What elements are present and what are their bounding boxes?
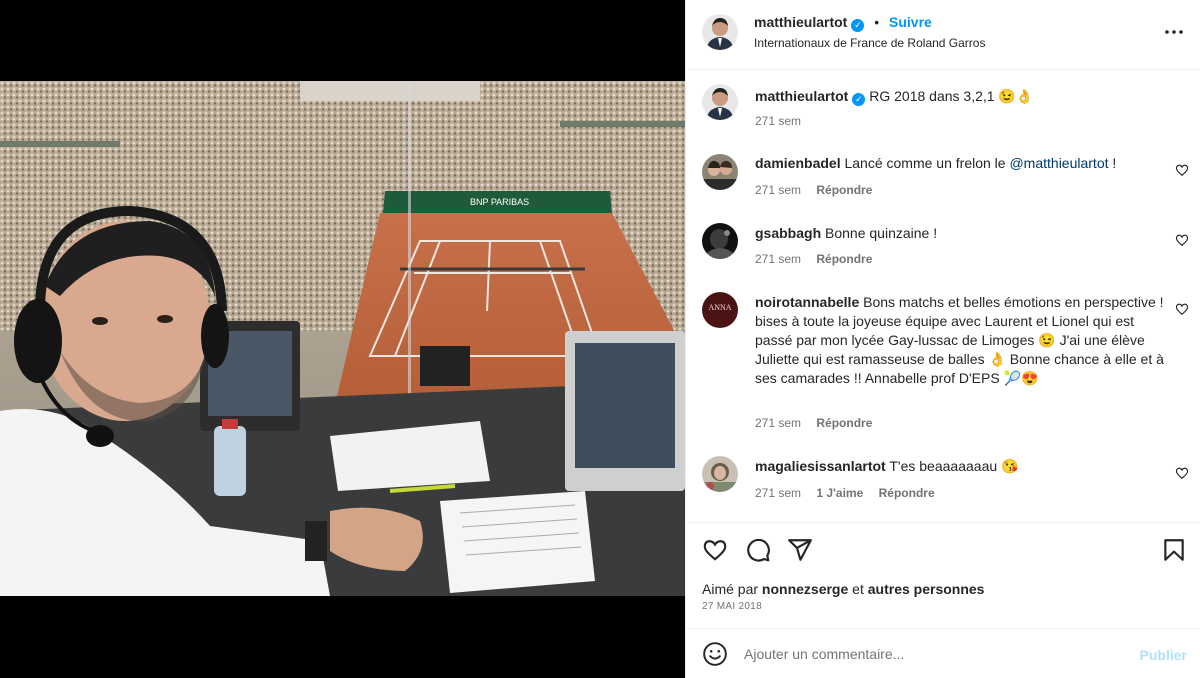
comment-avatar[interactable] <box>702 154 738 190</box>
likes-others[interactable]: autres personnes <box>868 581 985 597</box>
post-date[interactable]: 27 MAI 2018 <box>702 601 762 612</box>
comments-list: matthieulartot ✓ RG 2018 dans 3,2,1 😉👌 27… <box>686 70 1200 522</box>
caption-text: RG 2018 dans 3,2,1 😉👌 <box>869 88 1034 104</box>
comment-composer: Publier <box>686 628 1200 678</box>
post-location[interactable]: Internationaux de France de Roland Garro… <box>754 36 985 50</box>
comment-meta: 271 sem Répondre <box>755 183 884 197</box>
comment-avatar[interactable] <box>702 456 738 492</box>
comment-text: Bonne quinzaine ! <box>825 225 938 241</box>
comment-2: gsabbagh Bonne quinzaine ! <box>755 224 1165 243</box>
likes-summary: Aimé par nonnezserge et autres personnes <box>702 581 984 597</box>
emoji-icon[interactable] <box>702 641 728 667</box>
post-photo[interactable]: BNP PARIBAS <box>0 81 685 596</box>
reply-button[interactable]: Répondre <box>816 252 872 266</box>
post-sidebar: matthieulartot ✓ • Suivre Internationaux … <box>685 0 1200 678</box>
comment-icon[interactable] <box>745 537 771 563</box>
comment-text: Lancé comme un frelon le <box>844 155 1010 171</box>
comment-time[interactable]: 271 sem <box>755 252 801 266</box>
post-actions: Aimé par nonnezserge et autres personnes… <box>686 522 1200 628</box>
comment-username[interactable]: gsabbagh <box>755 225 821 241</box>
author-avatar[interactable] <box>702 14 738 50</box>
comment-avatar[interactable] <box>702 223 738 259</box>
comment-4: magaliesissanlartot T'es beaaaaaaau 😘 <box>755 457 1165 476</box>
verified-icon: ✓ <box>852 93 866 106</box>
comment-text: T'es beaaaaaaau 😘 <box>889 458 1019 474</box>
follow-button[interactable]: Suivre <box>889 14 932 30</box>
caption-meta: 271 sem <box>755 114 813 128</box>
comment-meta: 271 sem 1 J'aime Répondre <box>755 486 947 500</box>
comment-likes-count[interactable]: 1 J'aime <box>816 486 863 500</box>
comment-time[interactable]: 271 sem <box>755 486 801 500</box>
save-icon[interactable] <box>1161 537 1187 563</box>
anna-logo-text: ANNA <box>708 303 732 312</box>
share-icon[interactable] <box>787 537 813 563</box>
reply-button[interactable]: Répondre <box>816 416 872 430</box>
caption-username[interactable]: matthieulartot <box>755 88 848 104</box>
comment-meta: 271 sem Répondre <box>755 252 884 266</box>
post-header: matthieulartot ✓ • Suivre Internationaux … <box>686 0 1200 70</box>
publish-button[interactable]: Publier <box>1140 647 1187 663</box>
header-separator: • <box>874 14 880 30</box>
comment-time[interactable]: 271 sem <box>755 183 801 197</box>
comment-3: noirotannabelle Bons matchs et belles ém… <box>755 293 1165 388</box>
author-username[interactable]: matthieulartot <box>754 14 847 30</box>
comment-username[interactable]: noirotannabelle <box>755 294 859 310</box>
comment-avatar[interactable]: ANNA <box>702 292 738 328</box>
comment-like-heart-icon[interactable] <box>1175 163 1189 177</box>
likes-conj: et <box>852 581 864 597</box>
likes-prefix: Aimé par <box>702 581 759 597</box>
comment-username[interactable]: damienbadel <box>755 155 841 171</box>
comment-username[interactable]: magaliesissanlartot <box>755 458 886 474</box>
heart-icon[interactable] <box>702 537 728 563</box>
comment-like-heart-icon[interactable] <box>1175 233 1189 247</box>
comment-text-after: ! <box>1108 155 1117 171</box>
likes-user[interactable]: nonnezserge <box>762 581 848 597</box>
comment-meta: 271 sem Répondre <box>755 416 884 430</box>
svg-text:BNP PARIBAS: BNP PARIBAS <box>470 197 529 207</box>
comment-1: damienbadel Lancé comme un frelon le @ma… <box>755 154 1165 173</box>
post-media: BNP PARIBAS <box>0 0 685 678</box>
comment-like-heart-icon[interactable] <box>1175 302 1189 316</box>
verified-icon: ✓ <box>851 19 865 32</box>
caption: matthieulartot ✓ RG 2018 dans 3,2,1 😉👌 <box>755 87 1165 106</box>
comment-input[interactable] <box>744 643 1114 665</box>
caption-time[interactable]: 271 sem <box>755 114 801 128</box>
reply-button[interactable]: Répondre <box>816 183 872 197</box>
comment-like-heart-icon[interactable] <box>1175 466 1189 480</box>
reply-button[interactable]: Répondre <box>879 486 935 500</box>
comment-time[interactable]: 271 sem <box>755 416 801 430</box>
caption-avatar[interactable] <box>702 84 738 120</box>
comment-mention[interactable]: @matthieulartot <box>1009 155 1108 171</box>
more-icon[interactable] <box>1163 22 1185 42</box>
